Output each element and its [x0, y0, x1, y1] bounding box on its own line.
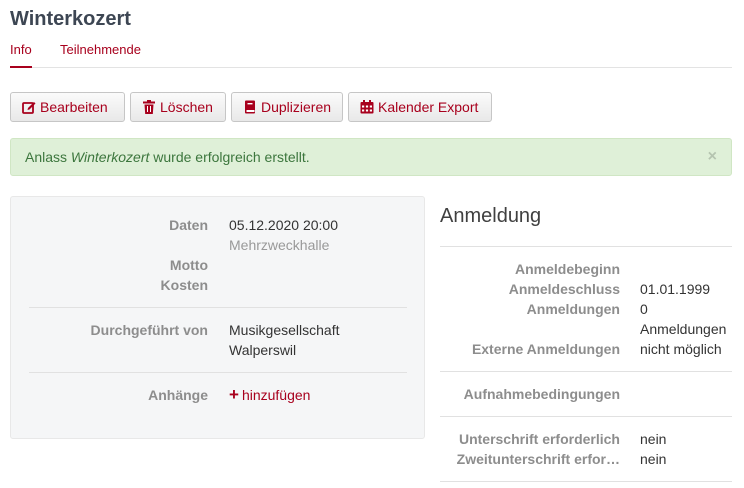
edit-button[interactable]: Bearbeiten	[10, 92, 125, 122]
alert-event-name: Winterkozert	[70, 149, 150, 165]
registration-start-label: Anmeldebeginn	[514, 261, 620, 277]
event-details-panel: Daten 05.12.2020 20:00 Mehrzweckhalle Mo…	[10, 196, 425, 439]
plus-icon: +	[229, 385, 239, 404]
tab-bar: Info Teilnehmende	[10, 42, 732, 68]
external-registrations-value-line1: Anmeldungen	[640, 321, 727, 337]
organizer-label: Durchgeführt von	[90, 322, 208, 338]
alert-prefix: Anlass	[25, 149, 71, 165]
organizer-value-line1: Musikgesellschaft	[229, 322, 340, 338]
tab-info[interactable]: Info	[10, 42, 32, 68]
tab-participants[interactable]: Teilnehmende	[60, 42, 141, 57]
duplicate-button[interactable]: Duplizieren	[231, 92, 343, 122]
calendar-icon	[360, 100, 374, 114]
duplicate-button-label: Duplizieren	[261, 99, 332, 115]
registration-title: Anmeldung	[440, 205, 542, 227]
calendar-export-button-label: Kalender Export	[378, 99, 479, 115]
trash-icon	[143, 100, 155, 114]
motto-label: Motto	[169, 257, 208, 273]
second-signature-label: Zweitunterschrift erfor…	[456, 451, 620, 467]
registrations-count-label: Anmeldungen	[526, 301, 620, 317]
add-attachment-label: hinzufügen	[241, 387, 311, 403]
signature-required-value: nein	[640, 431, 667, 447]
registration-end-value: 01.01.1999	[640, 281, 711, 297]
close-icon[interactable]: ×	[708, 139, 717, 175]
divider	[440, 246, 732, 247]
divider	[440, 416, 732, 417]
organizer-value-line2: Walperswil	[229, 342, 297, 358]
second-signature-value: nein	[640, 451, 667, 467]
delete-button-label: Löschen	[160, 99, 213, 115]
divider	[440, 371, 732, 372]
delete-button[interactable]: Löschen	[130, 92, 226, 122]
calendar-export-button[interactable]: Kalender Export	[348, 92, 492, 122]
external-registrations-label: Externe Anmeldungen	[471, 341, 620, 357]
pencil-square-icon	[22, 102, 36, 114]
success-alert: Anlass Winterkozert wurde erfolgreich er…	[10, 138, 732, 176]
registration-end-label: Anmeldeschluss	[508, 281, 620, 297]
page-title: Winterkozert	[10, 8, 131, 30]
add-attachment-link[interactable]: + hinzufügen	[229, 385, 310, 405]
divider	[29, 307, 407, 308]
edit-button-label: Bearbeiten	[40, 99, 108, 115]
alert-suffix: wurde erfolgreich erstellt.	[149, 149, 310, 165]
dates-value: 05.12.2020 20:00	[229, 217, 338, 233]
attachments-label: Anhänge	[148, 387, 208, 403]
conditions-label: Aufnahmebedingungen	[463, 386, 620, 402]
registrations-count-value: 0	[640, 301, 648, 317]
location-value: Mehrzweckhalle	[229, 237, 330, 253]
costs-label: Kosten	[160, 277, 208, 293]
divider	[440, 481, 732, 482]
signature-required-label: Unterschrift erforderlich	[458, 431, 620, 447]
divider	[29, 372, 407, 373]
dates-label: Daten	[169, 217, 208, 233]
book-icon	[245, 100, 255, 114]
external-registrations-value-line2: nicht möglich	[640, 341, 722, 357]
